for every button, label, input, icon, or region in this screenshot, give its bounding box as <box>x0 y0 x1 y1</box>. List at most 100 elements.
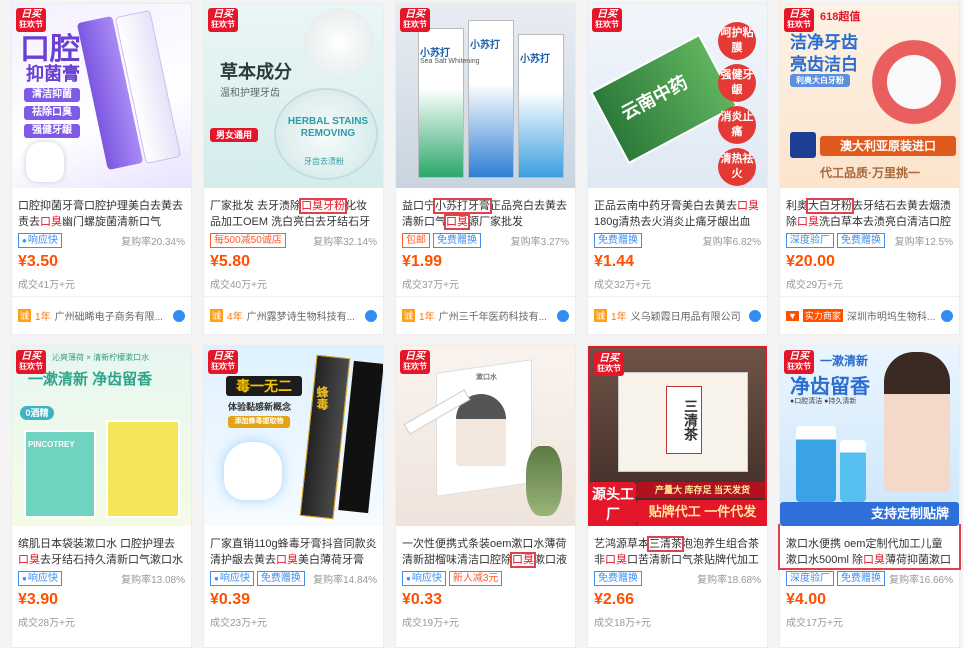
product-title[interactable]: 漱口水便携 oem定制代加工儿童漱口水500ml 除口臭薄荷抑菌漱口水 <box>778 524 961 570</box>
tag-badge: 免费赠换 <box>594 571 642 586</box>
product-card[interactable]: 日买 狂欢节 沁爽薄荷 × 清新柠檬漱口水 一漱清新 净齿留香 0酒精 PINCO… <box>11 345 192 648</box>
deal-volume: 成交17万+元 <box>786 618 843 629</box>
shop-info[interactable]: 诚 1年 广州三千年医药科技有... <box>396 296 575 334</box>
product-card[interactable]: 日买 狂欢节 三清茶 源头工厂 产量大 库存足 当天发货 贴牌代工 一件代发 艺鸿… <box>587 345 768 648</box>
product-meta: 深度验厂 免费赠换 复购率16.66% <box>780 568 959 586</box>
deal-volume: 成交41万+元 <box>18 280 75 291</box>
tube-label: 小苏打 <box>470 40 500 51</box>
deal-volume: 成交40万+元 <box>210 280 267 291</box>
wangwang-chat-icon[interactable] <box>941 309 953 322</box>
product-card[interactable]: 日买 狂欢节 小苏打 小苏打 小苏打 Sea Salt Whitening 益口宁… <box>395 3 576 335</box>
wangwang-chat-icon[interactable] <box>749 309 761 322</box>
product-price: ¥20.00 <box>786 253 835 270</box>
festival-badge: 日买 狂欢节 <box>784 350 814 374</box>
product-meta: 响应快 复购率20.34% <box>12 230 191 248</box>
product-card[interactable]: 日买 狂欢节 618超值 洁净牙齿 亮齿洁白 利奥大白牙粉 澳大利亚原装进口 代工… <box>779 3 960 335</box>
image-pill: 强健牙龈 <box>24 124 80 138</box>
image-subheadline: 亮齿洁白 <box>790 55 858 74</box>
product-title[interactable]: 一次性便携式条装oem漱口水薄荷清新甜榴味清洁口腔除口臭漱口液 <box>396 526 575 568</box>
tag-badge: 免费赠换 <box>256 571 305 586</box>
deal-volume: 成交37万+元 <box>402 280 459 291</box>
product-image[interactable]: 日买 狂欢节 毒一无二 体验黏感新概念 添加蜂毒提取物 蜂毒 <box>204 346 383 526</box>
image-headline: 一漱清新 净齿留香 <box>28 371 153 388</box>
festival-badge: 日买 狂欢节 <box>208 8 238 32</box>
product-meta: 深度验厂 免费赠换 复购率12.5% <box>780 230 959 248</box>
product-title[interactable]: 益口宁小苏打牙膏正品亮白去黄去清新口气口臭源厂家批发110g180g <box>396 188 575 230</box>
product-title[interactable]: 艺鸿源草本三清茶泡泡养生组合茶非口臭口苦清新口气茶贴牌代加工 <box>588 526 767 568</box>
shop-info[interactable]: 诚 1年 义乌颖霞日用品有限公司 <box>588 296 767 334</box>
shop-info[interactable]: ▼ 实力商家 深圳市明坞生物科... <box>780 296 959 334</box>
product-image[interactable]: 日买 狂欢节 草本成分 温和护理牙齿 男女通用 HERBAL STAINS REM… <box>204 4 383 188</box>
product-title[interactable]: 厂家批发 去牙渍除口臭牙粉化妆品加工OEM 洗白亮白去牙结石牙粉 <box>204 188 383 230</box>
product-image[interactable]: 日买 狂欢节 小苏打 小苏打 小苏打 Sea Salt Whitening <box>396 4 575 188</box>
repurchase-rate: 复购率14.84% <box>313 575 377 586</box>
product-price: ¥4.00 <box>786 591 827 608</box>
image-tagline: 618超值 <box>820 11 861 23</box>
mouthwash-pack <box>106 420 180 518</box>
shop-info[interactable]: 诚 4年 广州露梦诗生物科技有... <box>204 296 383 334</box>
product-price: ¥1.99 <box>402 253 443 270</box>
product-card[interactable]: 日买 狂欢节 毒一无二 体验黏感新概念 添加蜂毒提取物 蜂毒 厂家直销110g蜂毒… <box>203 345 384 648</box>
tag-badge: 响应快 <box>18 233 62 248</box>
shop-name[interactable]: 义乌颖霞日用品有限公司 <box>631 308 745 323</box>
product-title[interactable]: 正品云南中药牙膏美白去黄去口臭180g清热去火消炎止痛牙龈出血 <box>588 188 767 230</box>
image-subheadline: ●口腔清洁 ●持久清新 <box>790 398 857 405</box>
product-meta: 免费赠换 复购率6.82% <box>588 230 767 248</box>
shop-name[interactable]: 深圳市明坞生物科... <box>847 308 937 323</box>
power-merchant-icon: ▼ <box>786 310 799 321</box>
wangwang-chat-icon[interactable] <box>365 309 377 322</box>
product-image[interactable]: 日买 狂欢节 漱口水 <box>396 346 575 526</box>
product-price: ¥3.90 <box>18 591 59 608</box>
product-price: ¥5.80 <box>210 253 251 270</box>
shop-name[interactable]: 广州三千年医药科技有... <box>439 308 553 323</box>
product-price: ¥1.44 <box>594 253 635 270</box>
product-image[interactable]: 日买 狂欢节 沁爽薄荷 × 清新柠檬漱口水 一漱清新 净齿留香 0酒精 PINCO… <box>12 346 191 526</box>
product-price: ¥2.66 <box>594 591 635 608</box>
shop-years: 1年 <box>35 312 51 323</box>
shop-years-icon: 诚 <box>594 309 608 322</box>
model-photo <box>884 352 950 492</box>
image-tagline: 一漱清新 <box>820 354 869 368</box>
repurchase-rate: 复购率16.66% <box>889 575 953 586</box>
image-label: 添加蜂毒提取物 <box>228 416 290 428</box>
image-tagline: 沁爽薄荷 × 清新柠檬漱口水 <box>52 353 150 362</box>
product-card[interactable]: 日买 狂欢节 云南中药 呵护粘膜 强健牙龈 消炎止痛 清热祛火 正品云南中药牙膏美… <box>587 3 768 335</box>
shop-info[interactable]: 诚 1年 广州础睎电子商务有限... <box>12 296 191 334</box>
shop-years: 1年 <box>611 312 627 323</box>
image-headline: 毒一无二 <box>226 376 302 396</box>
wangwang-chat-icon[interactable] <box>173 309 185 322</box>
image-subheadline: 体验黏感新概念 <box>228 402 292 412</box>
product-title[interactable]: 口腔抑菌牙膏口腔护理美白去黄去责去口臭幽门螺旋菌清新口气150g <box>12 188 191 230</box>
mouthwash-bottle <box>840 440 866 502</box>
tag-badge: 新人减3元 <box>448 571 503 586</box>
product-price: ¥3.50 <box>18 253 59 270</box>
product-title[interactable]: 厂家直销110g蜂毒牙膏抖音同款炎清护龈去黄去口臭美白薄荷牙膏 <box>204 526 383 568</box>
product-card[interactable]: 日买 狂欢节 一漱清新 净齿留香 ●口腔清洁 ●持久清新 支持定制贴牌 漱口水便携… <box>778 345 961 648</box>
product-price: ¥0.33 <box>402 591 443 608</box>
shop-name[interactable]: 广州础睎电子商务有限... <box>55 308 169 323</box>
image-banner-sub: 代工品质·万里挑一 <box>820 166 920 180</box>
wangwang-chat-icon[interactable] <box>557 309 569 322</box>
tag-badge: 每500减50诚店 <box>210 233 286 248</box>
product-card[interactable]: 日买 狂欢节 口腔 抑菌膏 清洁抑菌 祛除口臭 强健牙龈 口腔抑菌牙膏口腔护理美白… <box>11 3 192 335</box>
product-image[interactable]: 日买 狂欢节 口腔 抑菌膏 清洁抑菌 祛除口臭 强健牙龈 <box>12 4 191 188</box>
product-image[interactable]: 日买 狂欢节 三清茶 源头工厂 产量大 库存足 当天发货 贴牌代工 一件代发 <box>588 346 767 526</box>
tag-badge: 响应快 <box>18 571 62 586</box>
product-card[interactable]: 日买 狂欢节 草本成分 温和护理牙齿 男女通用 HERBAL STAINS REM… <box>203 3 384 335</box>
product-grid: 日买 狂欢节 口腔 抑菌膏 清洁抑菌 祛除口臭 强健牙龈 口腔抑菌牙膏口腔护理美白… <box>0 0 963 648</box>
product-meta: 响应快免费赠换 复购率14.84% <box>204 568 383 586</box>
product-card[interactable]: 日买 狂欢节 漱口水 一次性便携式条装oem漱口水薄荷清新甜榴味清洁口腔除口臭漱口… <box>395 345 576 648</box>
product-meta: 免费赠换 复购率18.68% <box>588 568 767 586</box>
image-banner-main: 贴牌代工 一件代发 <box>636 500 765 524</box>
tag-badge: 免费赠换 <box>837 233 885 248</box>
product-meta: 响应快 复购率13.08% <box>12 568 191 586</box>
feature-bubble: 强健牙龈 <box>718 64 756 102</box>
product-image[interactable]: 日买 狂欢节 一漱清新 净齿留香 ●口腔清洁 ●持久清新 支持定制贴牌 <box>780 346 959 526</box>
jar-sublabel: 牙齿去渍粉 <box>304 157 344 166</box>
shop-name[interactable]: 广州露梦诗生物科技有... <box>247 308 361 323</box>
product-title[interactable]: 利奥大白牙粉去牙结石去黄去烟渍除口臭洗白草本去渍亮白清洁口腔 <box>780 188 959 230</box>
product-image[interactable]: 日买 狂欢节 云南中药 呵护粘膜 强健牙龈 消炎止痛 清热祛火 <box>588 4 767 188</box>
product-image[interactable]: 日买 狂欢节 618超值 洁净牙齿 亮齿洁白 利奥大白牙粉 澳大利亚原装进口 代工… <box>780 4 959 188</box>
festival-badge: 日买 狂欢节 <box>16 350 46 374</box>
product-title[interactable]: 缤肌日本袋装漱口水 口腔护理去口臭去牙结石持久清新口气漱口水 <box>12 526 191 568</box>
